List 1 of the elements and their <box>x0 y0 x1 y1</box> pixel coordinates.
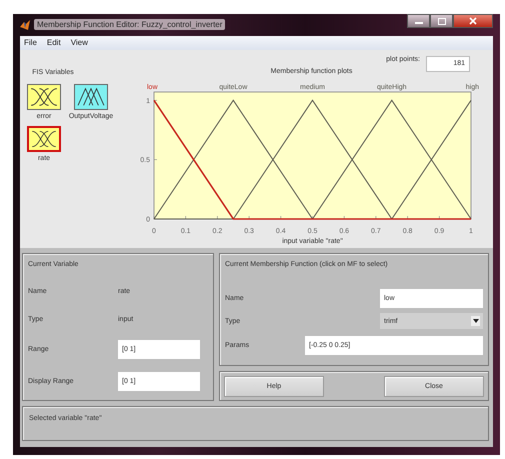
window-title: Membership Function Editor: Fuzzy_control_inverter <box>34 19 226 30</box>
